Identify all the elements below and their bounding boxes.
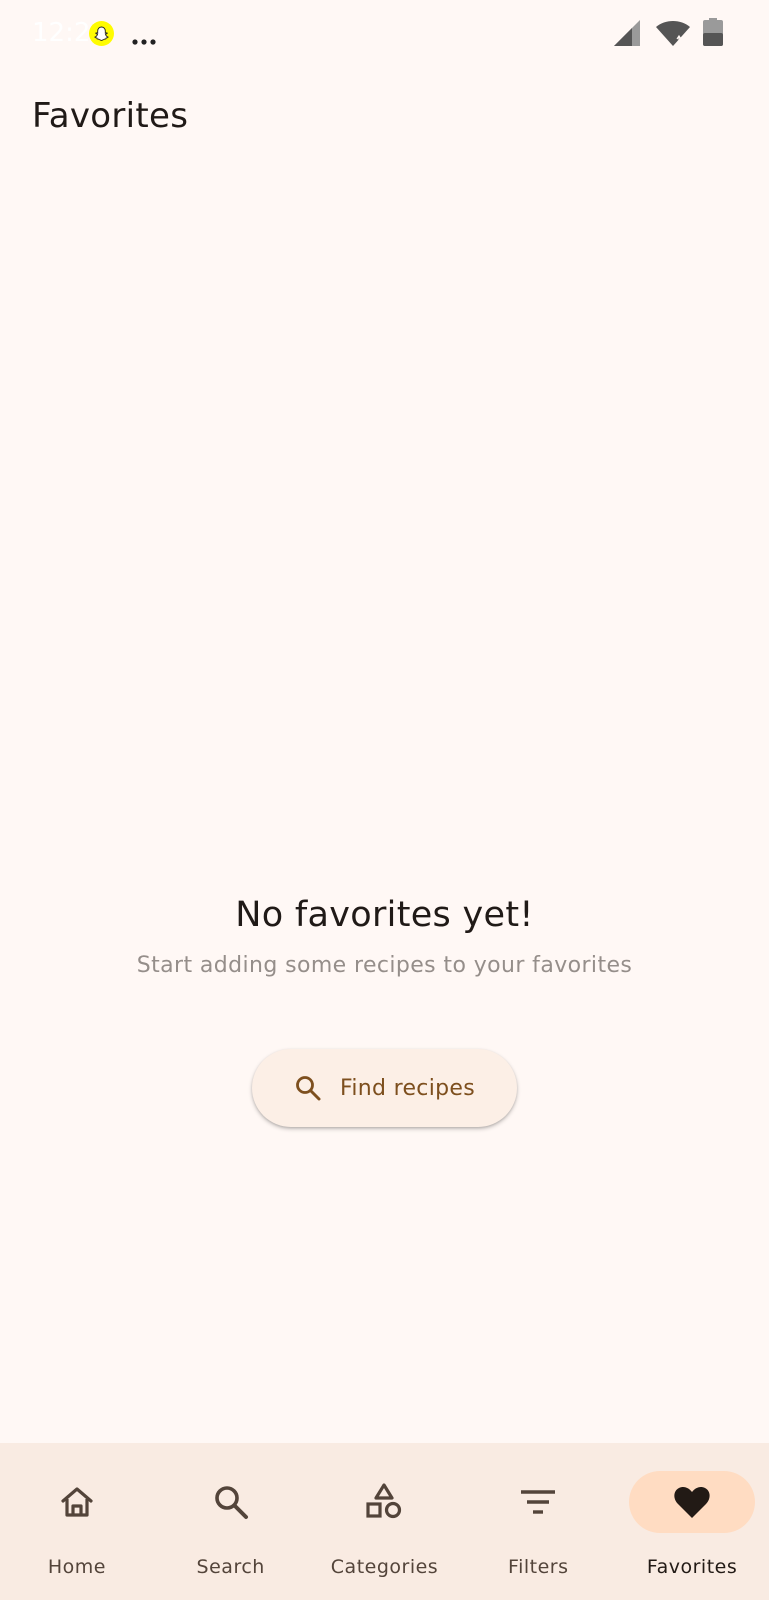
more-dots-icon [131, 31, 161, 45]
nav-item-label: Home [47, 1556, 106, 1578]
page-title: Favorites [32, 96, 189, 136]
bottom-navigation: Home Search Categories Filters Favorites [0, 1443, 769, 1600]
battery-icon [702, 17, 724, 51]
nav-indicator-active [629, 1471, 756, 1533]
nav-item-categories[interactable]: Categories [308, 1443, 462, 1600]
nav-item-label: Search [196, 1556, 265, 1578]
filter-icon [518, 1482, 558, 1522]
nav-item-home[interactable]: Home [0, 1443, 154, 1600]
heart-icon [672, 1482, 712, 1522]
nav-indicator [168, 1471, 294, 1533]
snapchat-icon [89, 21, 114, 46]
categories-icon [364, 1482, 404, 1522]
nav-indicator [475, 1471, 601, 1533]
nav-item-filters[interactable]: Filters [461, 1443, 615, 1600]
search-icon [294, 1074, 322, 1102]
nav-item-favorites[interactable]: Favorites [615, 1443, 769, 1600]
signal-icon [612, 18, 642, 52]
nav-item-label: Favorites [646, 1556, 738, 1578]
nav-item-label: Filters [508, 1556, 569, 1578]
empty-state-title: No favorites yet! [235, 895, 534, 935]
empty-state-subtitle: Start adding some recipes to your favori… [136, 953, 633, 978]
nav-item-label: Categories [330, 1556, 439, 1578]
find-recipes-label: Find recipes [340, 1075, 475, 1101]
nav-item-search[interactable]: Search [154, 1443, 308, 1600]
nav-indicator [321, 1471, 447, 1533]
nav-indicator [14, 1471, 140, 1533]
wifi-icon [655, 18, 691, 52]
status-bar: 12:29 [0, 0, 769, 70]
search-icon [211, 1482, 251, 1522]
home-icon [57, 1482, 97, 1522]
find-recipes-button[interactable]: Find recipes [252, 1049, 517, 1127]
empty-state: No favorites yet! Start adding some reci… [0, 895, 769, 978]
